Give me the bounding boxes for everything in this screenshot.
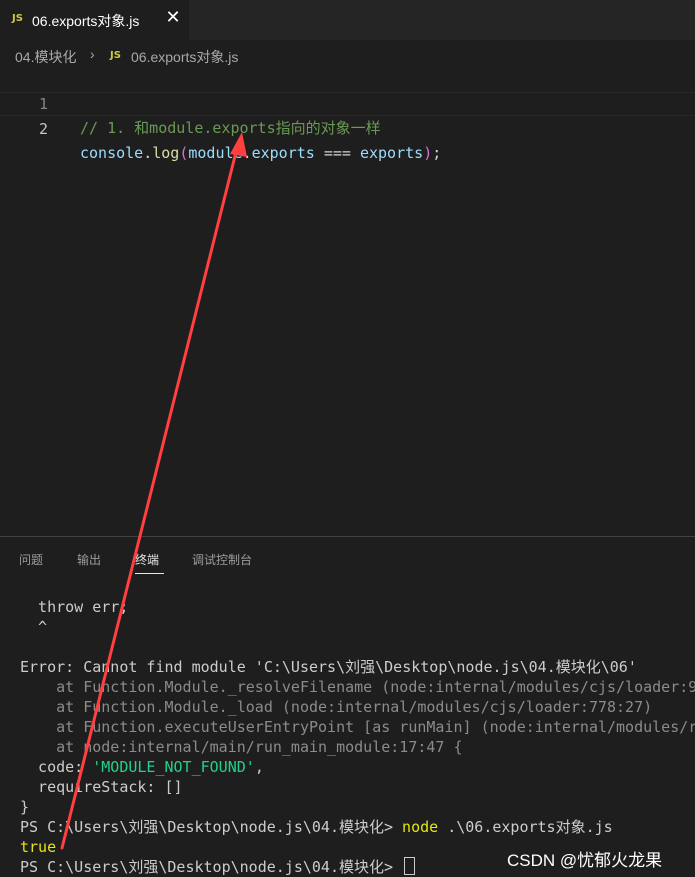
close-icon[interactable]: ✕	[164, 8, 182, 28]
terminal-line: ^	[20, 618, 48, 636]
terminal-line: PS C:\Users\刘强\Desktop\node.js\04.模块化>	[20, 857, 416, 877]
code-suffix: ,	[254, 758, 264, 776]
token-semicolon: ;	[432, 144, 442, 162]
terminal-line: at Function.Module._load (node:internal/…	[20, 698, 653, 716]
token-log: log	[152, 144, 180, 162]
tab-title: 06.exports对象.js	[32, 13, 140, 29]
terminal-line: at node:internal/main/run_main_module:17…	[20, 738, 463, 756]
prompt: PS C:\Users\刘强\Desktop\node.js\04.模块化>	[20, 818, 403, 836]
terminal-line: at Function.executeUserEntryPoint [as ru…	[20, 718, 695, 736]
javascript-file-icon: JS	[110, 50, 121, 61]
terminal-result: true	[20, 838, 57, 856]
code-editor[interactable]: 1 // 1. 和module.exports指向的对象一样 2 console…	[0, 68, 695, 536]
tab-terminal[interactable]: 终端	[135, 551, 159, 568]
terminal-line: code: 'MODULE_NOT_FOUND',	[20, 757, 264, 777]
editor-tab-bar: JS 06.exports对象.js ✕	[0, 0, 695, 40]
editor-tab-active[interactable]: JS 06.exports对象.js ✕	[0, 0, 189, 40]
panel-tabs: 问题 输出 终端 调试控制台	[0, 537, 695, 577]
tab-output[interactable]: 输出	[77, 551, 101, 568]
terminal-cursor	[404, 857, 416, 875]
terminal-line: at Function.Module._resolveFilename (nod…	[20, 678, 695, 696]
code-statement: console.log(module.exports === exports);	[80, 141, 441, 165]
command-args: .\06.exports对象.js	[438, 818, 613, 836]
breadcrumb: 04.模块化 › JS 06.exports对象.js	[0, 40, 695, 68]
code-line-current[interactable]: 2 console.log(module.exports === exports…	[0, 92, 695, 162]
token-exports: exports	[359, 144, 424, 162]
code-key: code:	[20, 758, 93, 776]
chevron-right-icon: ›	[90, 46, 95, 62]
terminal-line: Error: Cannot find module 'C:\Users\刘强\D…	[20, 658, 637, 676]
line-number: 2	[38, 120, 48, 138]
active-tab-indicator	[135, 573, 164, 574]
command-node: node	[402, 818, 439, 836]
token-exports: exports	[251, 144, 315, 162]
tab-problems[interactable]: 问题	[19, 551, 43, 568]
token-console: console	[80, 144, 144, 162]
terminal-line: requireStack: []	[20, 778, 183, 796]
code-line[interactable]: 1 // 1. 和module.exports指向的对象一样	[0, 68, 695, 137]
prompt: PS C:\Users\刘强\Desktop\node.js\04.模块化>	[20, 858, 403, 876]
token-dot: .	[143, 144, 153, 162]
token-operator: ===	[314, 144, 360, 162]
breadcrumb-file[interactable]: 06.exports对象.js	[131, 47, 238, 67]
tab-debug-console[interactable]: 调试控制台	[192, 551, 252, 568]
watermark: CSDN @忧郁火龙果	[507, 851, 663, 870]
error-code-value: 'MODULE_NOT_FOUND'	[92, 758, 255, 776]
token-dot: .	[242, 144, 252, 162]
javascript-file-icon: JS	[12, 13, 23, 24]
token-close-paren: )	[423, 144, 433, 162]
terminal-line: throw err;	[20, 598, 129, 616]
terminal-line: PS C:\Users\刘强\Desktop\node.js\04.模块化> n…	[20, 817, 613, 837]
breadcrumb-folder[interactable]: 04.模块化	[15, 47, 76, 67]
code-comment: // 1. 和module.exports指向的对象一样	[80, 119, 381, 137]
bottom-panel: 问题 输出 终端 调试控制台 throw err; ^ Error: Canno…	[0, 536, 695, 877]
terminal-line: }	[20, 798, 30, 816]
token-module: module	[188, 144, 243, 162]
